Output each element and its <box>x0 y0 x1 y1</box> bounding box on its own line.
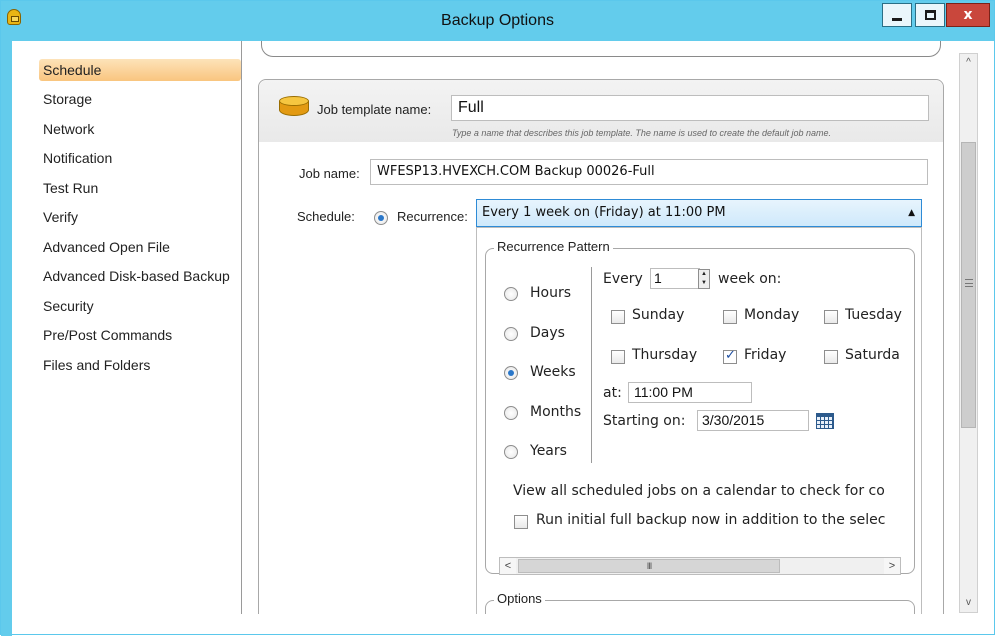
recurrence-pattern-title: Recurrence Pattern <box>494 239 613 254</box>
options-title: Options <box>494 591 545 606</box>
database-icon <box>279 96 309 118</box>
months-radio[interactable] <box>504 406 518 420</box>
friday-checkbox[interactable] <box>723 348 737 364</box>
recurrence-dropdown[interactable]: Every 1 week on (Friday) at 11:00 PM ▲ <box>476 199 922 227</box>
years-radio[interactable] <box>504 445 518 459</box>
months-label: Months <box>530 404 582 420</box>
calendar-icon[interactable] <box>816 413 834 429</box>
tuesday-checkbox[interactable] <box>824 310 838 324</box>
every-interval-spinner[interactable]: ▲ ▼ <box>698 269 710 289</box>
template-name-input[interactable]: Full <box>451 95 929 121</box>
recurrence-popup: Recurrence Pattern Hours Days Weeks Mont… <box>476 227 922 614</box>
years-label: Years <box>530 443 567 459</box>
backup-options-window: Backup Options x Schedule Storage Networ… <box>0 0 995 636</box>
maximize-button[interactable] <box>915 3 945 27</box>
close-icon: x <box>963 7 973 23</box>
monday-label: Monday <box>744 307 800 323</box>
friday-label: Friday <box>744 347 787 363</box>
title-bar[interactable]: Backup Options x <box>1 1 994 41</box>
job-name-label: Job name: <box>299 166 360 181</box>
every-interval-input[interactable]: 1 <box>650 268 700 289</box>
view-calendar-link[interactable]: View all scheduled jobs on a calendar to… <box>513 483 905 499</box>
monday-checkbox[interactable] <box>723 310 737 324</box>
main-vertical-scrollbar[interactable]: ^ v <box>959 53 978 613</box>
days-label: Days <box>530 325 565 341</box>
at-label: at: <box>603 385 622 401</box>
schedule-label: Schedule: <box>297 209 355 224</box>
dropdown-arrow-icon: ▲ <box>908 208 915 218</box>
window-frame-left <box>1 41 12 636</box>
template-name-label: Job template name: <box>317 102 432 117</box>
options-group: Options <box>485 591 915 614</box>
weeks-label: Weeks <box>530 364 576 380</box>
scroll-right-button[interactable]: > <box>884 558 900 574</box>
horizontal-scroll-thumb[interactable]: III <box>518 559 780 573</box>
job-name-input[interactable]: WFESP13.HVEXCH.COM Backup 00026-Full <box>370 159 928 185</box>
scroll-grip-icon <box>965 279 973 287</box>
saturday-checkbox[interactable] <box>824 350 838 364</box>
template-name-hint: Type a name that describes this job temp… <box>452 128 832 138</box>
sidebar-item-notification[interactable]: Notification <box>39 147 241 169</box>
saturday-label: Saturda <box>845 347 900 363</box>
week-on-label: week on: <box>718 271 782 287</box>
sidebar-item-security[interactable]: Security <box>39 295 241 317</box>
sidebar-item-files-and-folders[interactable]: Files and Folders <box>39 354 241 376</box>
run-initial-backup-checkbox[interactable] <box>514 515 528 529</box>
sidebar-item-test-run[interactable]: Test Run <box>39 177 241 199</box>
sunday-checkbox[interactable] <box>611 310 625 324</box>
sunday-label: Sunday <box>632 307 685 323</box>
time-input[interactable]: 11:00 PM <box>628 382 752 403</box>
sidebar-item-advanced-disk-backup[interactable]: Advanced Disk-based Backup <box>39 265 241 287</box>
window-title: Backup Options <box>441 12 554 29</box>
start-date-input[interactable]: 3/30/2015 <box>697 410 809 431</box>
close-button[interactable]: x <box>946 3 990 27</box>
maximize-icon <box>924 10 936 20</box>
spin-down-icon: ▼ <box>701 280 707 286</box>
run-initial-backup-label: Run initial full backup now in addition … <box>536 512 886 528</box>
starting-on-label: Starting on: <box>603 413 686 429</box>
recurrence-dropdown-value: Every 1 week on (Friday) at 11:00 PM <box>482 205 726 220</box>
sidebar-nav: Schedule Storage Network Notification Te… <box>12 41 242 614</box>
scroll-down-button[interactable]: v <box>960 594 977 612</box>
minimize-button[interactable] <box>882 3 912 27</box>
hours-label: Hours <box>530 285 572 301</box>
thursday-checkbox[interactable] <box>611 350 625 364</box>
hours-radio[interactable] <box>504 287 518 301</box>
minimize-icon <box>892 17 902 21</box>
recurrence-label: Recurrence: <box>397 209 468 224</box>
sidebar-item-network[interactable]: Network <box>39 118 241 140</box>
main-content: Job template name: Full Type a name that… <box>243 41 959 614</box>
pattern-divider <box>591 267 592 463</box>
previous-panel-edge <box>261 41 941 57</box>
sidebar-item-storage[interactable]: Storage <box>39 88 241 110</box>
thursday-label: Thursday <box>632 347 698 363</box>
pattern-horizontal-scrollbar[interactable]: < III > <box>499 557 901 575</box>
template-band: Job template name: Full Type a name that… <box>259 80 943 142</box>
scroll-left-button[interactable]: < <box>500 558 516 574</box>
vertical-scroll-thumb[interactable] <box>961 142 976 428</box>
sidebar-item-verify[interactable]: Verify <box>39 206 241 228</box>
recurrence-radio[interactable] <box>374 211 388 225</box>
sidebar-item-advanced-open-file[interactable]: Advanced Open File <box>39 236 241 258</box>
recurrence-pattern-group: Recurrence Pattern Hours Days Weeks Mont… <box>485 239 915 575</box>
every-label: Every <box>603 271 643 287</box>
scroll-up-button[interactable]: ^ <box>960 54 977 72</box>
weeks-radio[interactable] <box>504 366 518 380</box>
spin-up-icon: ▲ <box>701 271 707 277</box>
tuesday-label: Tuesday <box>845 307 902 323</box>
sidebar-item-schedule[interactable]: Schedule <box>39 59 241 81</box>
days-radio[interactable] <box>504 327 518 341</box>
sidebar-item-pre-post-commands[interactable]: Pre/Post Commands <box>39 324 241 346</box>
